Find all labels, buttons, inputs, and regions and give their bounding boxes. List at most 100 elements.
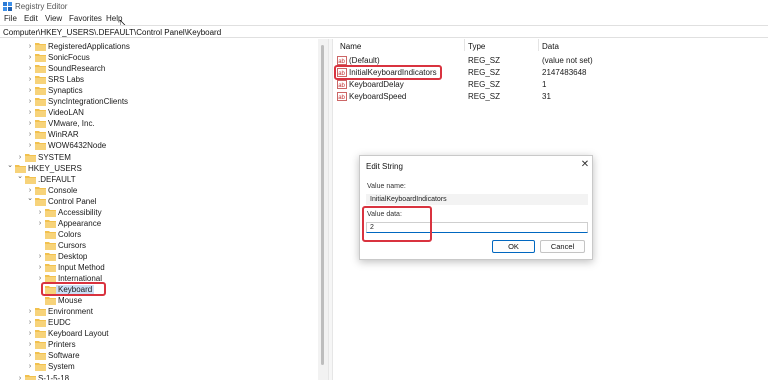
chevron-right-icon[interactable]: › — [26, 185, 34, 196]
value-type: REG_SZ — [468, 92, 501, 101]
chevron-right-icon[interactable]: › — [26, 74, 34, 85]
column-divider[interactable] — [538, 39, 539, 51]
chevron-right-icon[interactable]: › — [26, 52, 34, 63]
chevron-right-icon[interactable]: › — [26, 85, 34, 96]
chevron-right-icon[interactable]: › — [16, 373, 24, 380]
tree-item[interactable]: ⌄ Control Panel — [0, 195, 318, 207]
tree-item[interactable]: › Printers — [0, 339, 318, 350]
folder-icon — [35, 318, 46, 328]
column-divider[interactable] — [464, 39, 465, 51]
chevron-right-icon[interactable]: › — [26, 317, 34, 328]
tree-item[interactable]: Cursors — [0, 240, 318, 251]
tree-item[interactable]: › Accessibility — [0, 207, 318, 218]
close-icon[interactable]: ✕ — [579, 159, 591, 171]
value-row[interactable]: ab KeyboardSpeed REG_SZ 31 — [333, 91, 768, 102]
tree-item[interactable]: › Appearance — [0, 218, 318, 229]
chevron-right-icon[interactable]: › — [16, 152, 24, 163]
tree-item[interactable]: › SonicFocus — [0, 52, 318, 63]
menu-file[interactable]: File — [4, 14, 17, 23]
tree-item[interactable]: › WinRAR — [0, 129, 318, 140]
tree-item-label: SonicFocus — [48, 53, 90, 63]
chevron-right-icon[interactable]: › — [26, 350, 34, 361]
tree-item[interactable]: › Synaptics — [0, 85, 318, 96]
folder-icon — [35, 130, 46, 140]
value-row[interactable]: ab KeyboardDelay REG_SZ 1 — [333, 79, 768, 90]
chevron-right-icon[interactable]: › — [26, 107, 34, 118]
value-type: REG_SZ — [468, 68, 501, 77]
chevron-down-icon[interactable]: ⌄ — [6, 162, 14, 174]
tree-item-label: Environment — [48, 307, 93, 317]
value-type: REG_SZ — [468, 56, 501, 65]
folder-open-icon — [25, 175, 36, 184]
chevron-right-icon[interactable]: › — [36, 207, 44, 218]
chevron-right-icon[interactable]: › — [26, 118, 34, 129]
tree-item[interactable]: › Input Method — [0, 262, 318, 273]
tree-item[interactable]: › EUDC — [0, 317, 318, 328]
folder-icon — [45, 296, 56, 306]
chevron-right-icon[interactable]: › — [26, 306, 34, 317]
menu-view[interactable]: View — [45, 14, 62, 23]
tree-item-label: RegisteredApplications — [48, 42, 130, 51]
tree-item[interactable]: › Desktop — [0, 251, 318, 262]
tree-item[interactable]: › Software — [0, 350, 318, 361]
tree-item[interactable]: Colors — [0, 229, 318, 240]
chevron-right-icon[interactable]: › — [26, 361, 34, 372]
folder-icon — [45, 230, 56, 239]
scrollbar-thumb[interactable] — [321, 45, 324, 365]
tree-item[interactable]: › SyncIntegrationClients — [0, 96, 318, 107]
menu-favorites[interactable]: Favorites — [69, 14, 102, 23]
chevron-right-icon[interactable]: › — [36, 251, 44, 262]
value-type: REG_SZ — [468, 80, 501, 89]
folder-icon — [35, 119, 46, 129]
tree-item[interactable]: › VideoLAN — [0, 107, 318, 118]
tree-item[interactable]: › Environment — [0, 306, 318, 317]
chevron-right-icon[interactable]: › — [36, 218, 44, 229]
tree-item-label: Appearance — [58, 218, 102, 228]
tree-item-label: .DEFAULT — [38, 174, 76, 184]
menu-edit[interactable]: Edit — [24, 14, 38, 23]
tree-item[interactable]: › System — [0, 361, 318, 372]
registry-tree: › RegisteredApplications › SonicFocus › Sound… — [0, 39, 318, 380]
chevron-right-icon[interactable]: › — [26, 96, 34, 107]
cancel-button[interactable]: Cancel — [540, 240, 585, 253]
column-header-type[interactable]: Type — [468, 42, 485, 51]
folder-icon — [35, 53, 46, 63]
value-name: KeyboardSpeed — [349, 92, 407, 101]
tree-item[interactable]: ⌄ .DEFAULT — [0, 173, 318, 185]
tree-item[interactable]: › RegisteredApplications — [0, 41, 318, 52]
tree-item-label: SRS Labs — [48, 75, 85, 85]
folder-open-icon — [35, 197, 46, 206]
tree-item[interactable]: › SYSTEM — [0, 152, 318, 163]
tree-item[interactable]: › Console — [0, 185, 318, 196]
tree-item[interactable]: › Keyboard Layout — [0, 328, 318, 339]
folder-icon — [45, 252, 56, 261]
column-header-name[interactable]: Name — [340, 42, 361, 51]
tree-item[interactable]: › WOW6432Node — [0, 140, 318, 151]
chevron-right-icon[interactable]: › — [26, 339, 34, 350]
ok-button[interactable]: OK — [492, 240, 535, 253]
tree-item-label: Cursors — [58, 240, 87, 250]
folder-icon — [45, 241, 56, 250]
tree-item[interactable]: › VMware, Inc. — [0, 118, 318, 129]
value-data: 1 — [542, 80, 547, 89]
tree-item[interactable]: ⌄ HKEY_USERS — [0, 162, 318, 174]
chevron-right-icon[interactable]: › — [26, 129, 34, 140]
tree-item[interactable]: › SoundResearch — [0, 63, 318, 74]
column-header-data[interactable]: Data — [542, 42, 559, 51]
string-value-icon: ab — [337, 92, 347, 101]
tree-item[interactable]: Mouse — [0, 295, 318, 306]
address-bar[interactable]: Computer\HKEY_USERS\.DEFAULT\Control Pan… — [0, 25, 768, 38]
tree-item[interactable]: › SRS Labs — [0, 74, 318, 85]
chevron-right-icon[interactable]: › — [26, 41, 34, 52]
tree-item-label: Console — [48, 185, 78, 195]
chevron-down-icon[interactable]: ⌄ — [26, 195, 34, 207]
tree-scrollbar[interactable] — [318, 39, 328, 380]
tree-item[interactable]: › S-1-5-18 — [0, 373, 318, 380]
chevron-right-icon[interactable]: › — [36, 262, 44, 273]
tree-item-label: Synaptics — [48, 86, 83, 96]
chevron-right-icon[interactable]: › — [26, 328, 34, 339]
tree-item-label: WOW6432Node — [48, 141, 107, 151]
chevron-right-icon[interactable]: › — [26, 63, 34, 74]
chevron-down-icon[interactable]: ⌄ — [16, 173, 24, 185]
chevron-right-icon[interactable]: › — [26, 140, 34, 151]
